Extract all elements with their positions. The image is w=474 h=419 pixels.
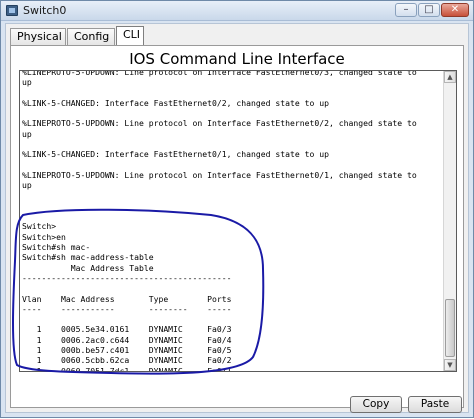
- tab-physical[interactable]: Physical: [10, 28, 66, 46]
- console-line: Vlan Mac Address Type Ports: [22, 293, 232, 304]
- cli-panel: IOS Command Line Interface %LINEPROTO-5-…: [10, 46, 464, 413]
- console-line: up: [22, 128, 32, 139]
- switch-window: Switch0 – □ ✕ Physical Config CLI IOS Co…: [0, 0, 474, 418]
- console-line: 1 000b.be57.c401 DYNAMIC Fa0/5: [22, 345, 232, 356]
- console-line: ----------------------------------------…: [22, 272, 232, 283]
- window-client-area: Physical Config CLI IOS Command Line Int…: [5, 23, 469, 413]
- console-line: %LINK-5-CHANGED: Interface FastEthernet0…: [22, 97, 329, 108]
- paste-button[interactable]: Paste: [408, 396, 462, 413]
- cli-heading: IOS Command Line Interface: [129, 50, 345, 68]
- copy-button[interactable]: Copy: [350, 396, 402, 413]
- console-line: %LINEPROTO-5-UPDOWN: Line protocol on In…: [22, 70, 417, 77]
- console-line: Switch#sh mac-address-table: [22, 252, 154, 263]
- tab-cli[interactable]: CLI: [116, 26, 144, 46]
- window-title: Switch0: [23, 4, 67, 17]
- console-line: Switch#sh mac-: [22, 242, 91, 253]
- console-line: Switch>en: [22, 231, 66, 242]
- console-line: %LINEPROTO-5-UPDOWN: Line protocol on In…: [22, 118, 417, 129]
- packet-tracer-app-icon: [6, 5, 18, 16]
- close-button[interactable]: ✕: [441, 3, 469, 17]
- console-line: Switch>: [22, 221, 57, 232]
- console-line: Mac Address Table: [22, 262, 154, 273]
- console-line: 1 0060.5cbb.62ca DYNAMIC Fa0/2: [22, 355, 232, 366]
- scrollbar-thumb[interactable]: [445, 299, 455, 357]
- maximize-button[interactable]: □: [418, 3, 440, 17]
- console-line: 1 0005.5e34.0161 DYNAMIC Fa0/3: [22, 324, 232, 335]
- console-line: %LINEPROTO-5-UPDOWN: Line protocol on In…: [22, 169, 417, 180]
- console-line: %LINK-5-CHANGED: Interface FastEthernet0…: [22, 149, 329, 160]
- cli-console[interactable]: %LINEPROTO-5-UPDOWN: Line protocol on In…: [19, 70, 457, 372]
- console-line: ---- ----------- -------- -----: [22, 303, 232, 314]
- console-line: 1 0006.2ac0.c644 DYNAMIC Fa0/4: [22, 334, 232, 345]
- console-line: up: [22, 77, 32, 88]
- console-scrollbar[interactable]: ▲ ▼: [443, 71, 456, 371]
- title-bar[interactable]: Switch0 – □ ✕: [1, 1, 473, 21]
- scroll-down-arrow-icon[interactable]: ▼: [444, 359, 456, 371]
- console-output[interactable]: %LINEPROTO-5-UPDOWN: Line protocol on In…: [22, 70, 442, 372]
- console-line: up: [22, 180, 32, 191]
- console-line: 1 0060.7051.7dc1 DYNAMIC Fa0/1: [22, 365, 232, 372]
- tab-config[interactable]: Config: [67, 28, 115, 46]
- minimize-button[interactable]: –: [395, 3, 417, 17]
- scroll-up-arrow-icon[interactable]: ▲: [444, 71, 456, 83]
